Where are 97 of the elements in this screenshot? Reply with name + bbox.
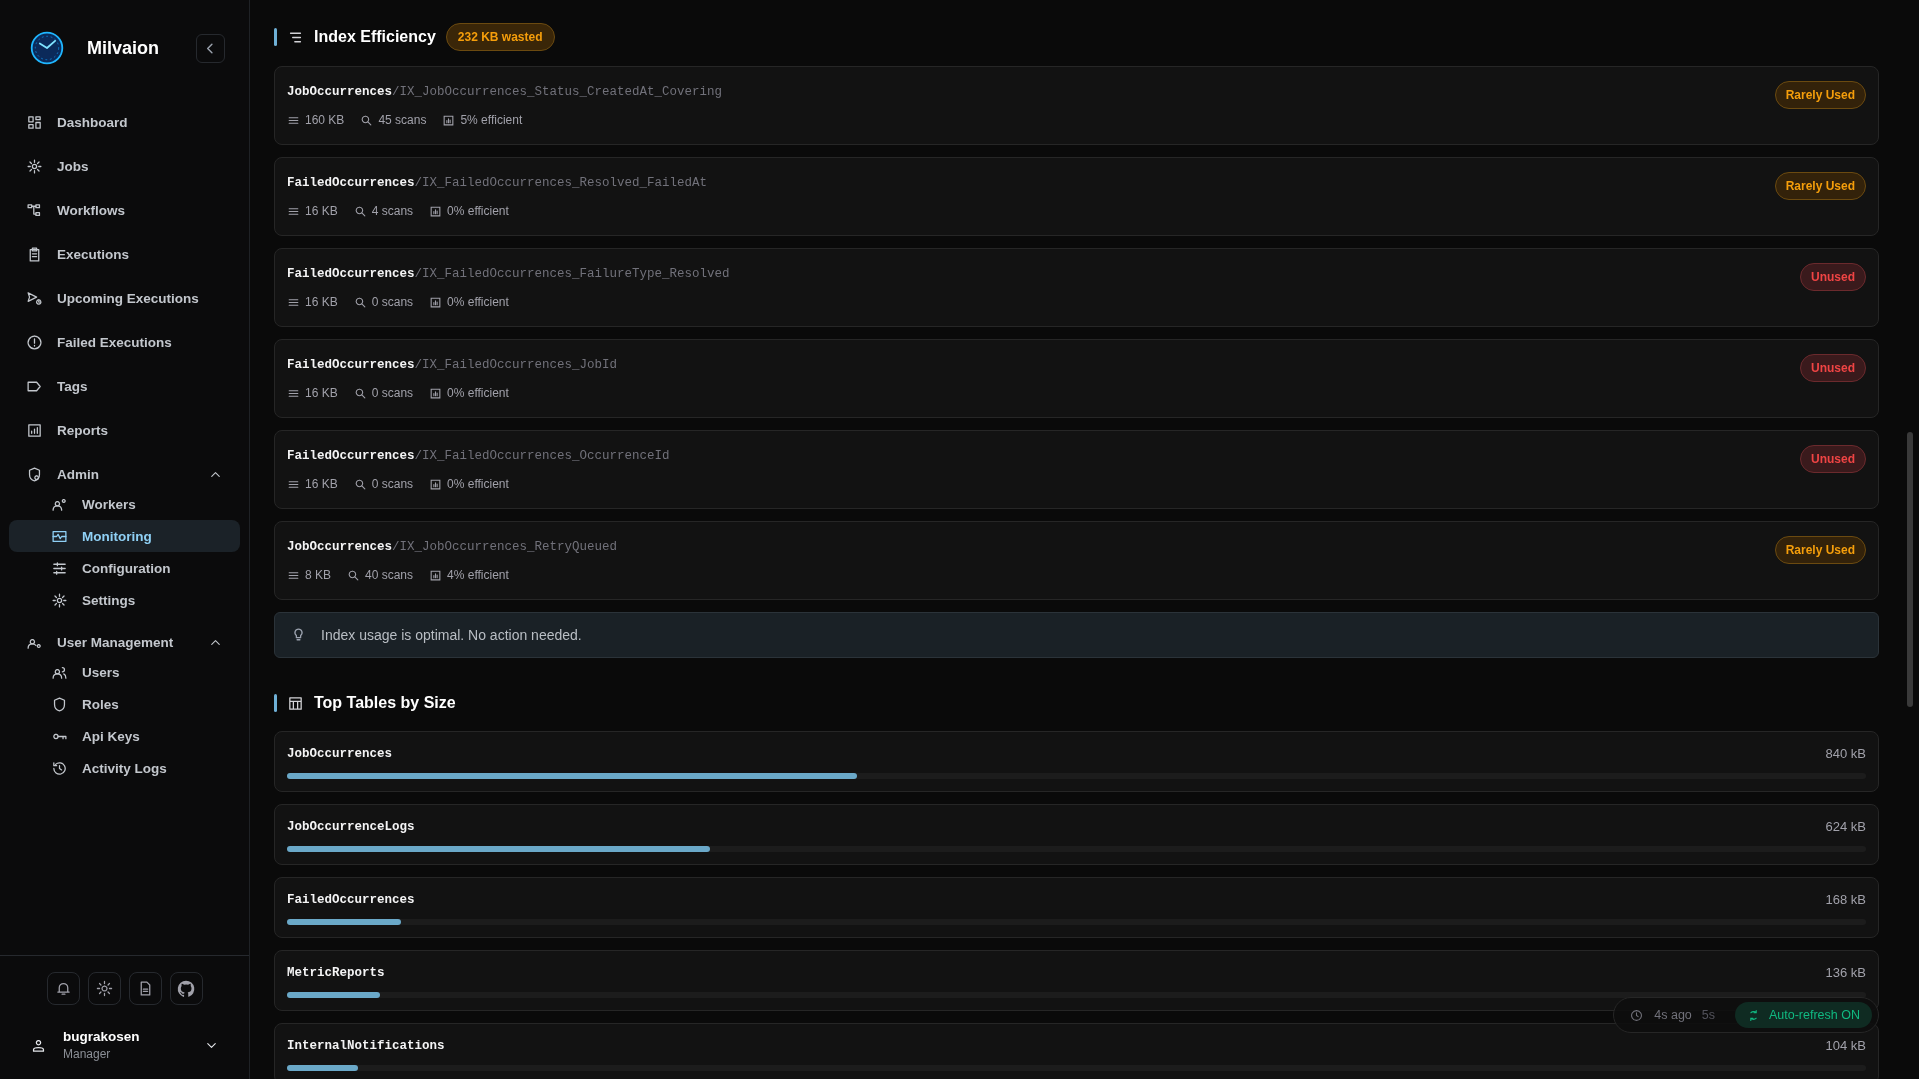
bell-icon bbox=[54, 980, 72, 997]
index-scans: 40 scans bbox=[365, 568, 414, 582]
nav-item[interactable]: Api Keys bbox=[9, 720, 240, 752]
table-name: FailedOccurrences bbox=[287, 892, 415, 907]
section-title: Top Tables by Size bbox=[314, 694, 456, 712]
chart-icon bbox=[429, 295, 443, 309]
nav-item[interactable]: Failed Executions bbox=[9, 320, 240, 364]
table-size: 104 kB bbox=[1825, 1038, 1866, 1053]
index-efficiency: 5% efficient bbox=[460, 113, 523, 127]
status-badge: Unused bbox=[1800, 263, 1866, 291]
wasted-badge: 232 KB wasted bbox=[445, 23, 555, 51]
info-text: Index usage is optimal. No action needed. bbox=[321, 627, 582, 643]
theme-button[interactable] bbox=[87, 972, 121, 1005]
index-size: 16 KB bbox=[305, 386, 338, 400]
nav-item[interactable]: Tags bbox=[9, 364, 240, 408]
search-icon bbox=[353, 204, 367, 218]
table-size: 624 kB bbox=[1825, 819, 1866, 834]
app-name: Milvaion bbox=[87, 37, 160, 59]
table-name: MetricReports bbox=[287, 965, 385, 980]
user-name: bugrakosen bbox=[63, 1029, 141, 1044]
chart-icon bbox=[442, 113, 456, 127]
index-name: FailedOccurrences/IX_FailedOccurrences_FailureType_Resolved bbox=[287, 267, 731, 281]
clock-icon bbox=[1630, 1008, 1644, 1022]
table-size: 168 kB bbox=[1825, 892, 1866, 907]
index-name: JobOccurrences/IX_JobOccurrences_RetryQueued bbox=[287, 540, 619, 554]
shield-icon bbox=[26, 465, 43, 483]
notifications-button[interactable] bbox=[46, 972, 80, 1005]
nav-item[interactable]: Monitoring bbox=[9, 520, 240, 552]
nav-item[interactable]: Reports bbox=[9, 408, 240, 452]
search-icon bbox=[347, 568, 360, 582]
index-size: 16 KB bbox=[305, 295, 338, 309]
section-title: Index Efficiency bbox=[314, 28, 436, 46]
search-icon bbox=[353, 386, 367, 400]
index-efficiency: 0% efficient bbox=[447, 295, 509, 309]
chart-icon bbox=[429, 204, 443, 218]
nav-item[interactable]: Roles bbox=[9, 688, 240, 720]
github-button[interactable] bbox=[169, 972, 203, 1005]
index-size: 16 KB bbox=[305, 204, 338, 218]
table-icon bbox=[287, 694, 304, 712]
user-menu[interactable]: bugrakosen Manager bbox=[0, 1005, 249, 1061]
index-size: 8 KB bbox=[305, 568, 331, 582]
nav-item[interactable]: Activity Logs bbox=[9, 752, 240, 784]
chart-icon bbox=[429, 386, 443, 400]
status-badge: Unused bbox=[1800, 354, 1866, 382]
nav-item[interactable]: Configuration bbox=[9, 552, 240, 584]
github-icon bbox=[176, 978, 196, 999]
chart-icon bbox=[429, 477, 443, 491]
alert-icon bbox=[26, 333, 43, 351]
status-badge: Rarely Used bbox=[1774, 536, 1866, 564]
search-icon bbox=[353, 295, 367, 309]
index-scans: 0 scans bbox=[371, 295, 414, 309]
table-size: 136 kB bbox=[1825, 965, 1866, 980]
status-badge: Unused bbox=[1800, 445, 1866, 473]
workflow-icon bbox=[26, 201, 43, 219]
history-icon bbox=[51, 759, 68, 777]
index-efficiency: 4% efficient bbox=[447, 568, 509, 582]
index-scans: 0 scans bbox=[371, 477, 414, 491]
index-name: FailedOccurrences/IX_FailedOccurrences_OccurrenceId bbox=[287, 449, 671, 463]
nav-item[interactable]: Executions bbox=[9, 232, 240, 276]
scheduled-icon bbox=[26, 289, 43, 307]
index-scans: 4 scans bbox=[371, 204, 414, 218]
table-name: JobOccurrenceLogs bbox=[287, 819, 415, 834]
sliders-icon bbox=[51, 559, 68, 577]
refresh-interval: 5s bbox=[1701, 1008, 1715, 1022]
table-name: InternalNotifications bbox=[287, 1038, 445, 1053]
chart-icon bbox=[26, 421, 43, 439]
index-name: JobOccurrences/IX_JobOccurrences_Status_CreatedAt_Covering bbox=[287, 85, 724, 99]
nav-item[interactable]: Upcoming Executions bbox=[9, 276, 240, 320]
nav-item[interactable]: Settings bbox=[9, 584, 240, 616]
nav-item[interactable]: Workflows bbox=[9, 188, 240, 232]
user-role: Manager bbox=[63, 1047, 112, 1061]
index-scans: 45 scans bbox=[378, 113, 427, 127]
index-efficiency: 0% efficient bbox=[447, 477, 509, 491]
status-badge: Rarely Used bbox=[1774, 81, 1866, 109]
index-scans: 0 scans bbox=[371, 386, 414, 400]
nav-item[interactable]: Dashboard bbox=[9, 100, 240, 144]
index-size: 160 KB bbox=[305, 113, 345, 127]
sun-icon bbox=[95, 980, 113, 997]
chart-icon bbox=[429, 568, 443, 582]
status-badge: Rarely Used bbox=[1774, 172, 1866, 200]
settings-icon bbox=[51, 591, 68, 609]
shield-icon bbox=[51, 695, 68, 713]
index-name: FailedOccurrences/IX_FailedOccurrences_Resolved_FailedAt bbox=[287, 176, 709, 190]
search-icon bbox=[353, 477, 367, 491]
auto-refresh-toggle[interactable]: Auto-refresh ON bbox=[1735, 1002, 1872, 1028]
index-efficiency: 0% efficient bbox=[447, 386, 509, 400]
table-name: JobOccurrences bbox=[287, 746, 393, 761]
index-size: 16 KB bbox=[305, 477, 338, 491]
dashboard-icon bbox=[26, 113, 43, 131]
table-size: 840 kB bbox=[1825, 746, 1866, 761]
index-efficiency: 0% efficient bbox=[447, 204, 509, 218]
nav-item[interactable]: Jobs bbox=[9, 144, 240, 188]
last-updated: 4s ago bbox=[1654, 1008, 1692, 1022]
docs-button[interactable] bbox=[128, 972, 162, 1005]
clock-logo-icon bbox=[29, 30, 65, 66]
index-name: FailedOccurrences/IX_FailedOccurrences_JobId bbox=[287, 358, 619, 372]
search-icon bbox=[360, 113, 374, 127]
